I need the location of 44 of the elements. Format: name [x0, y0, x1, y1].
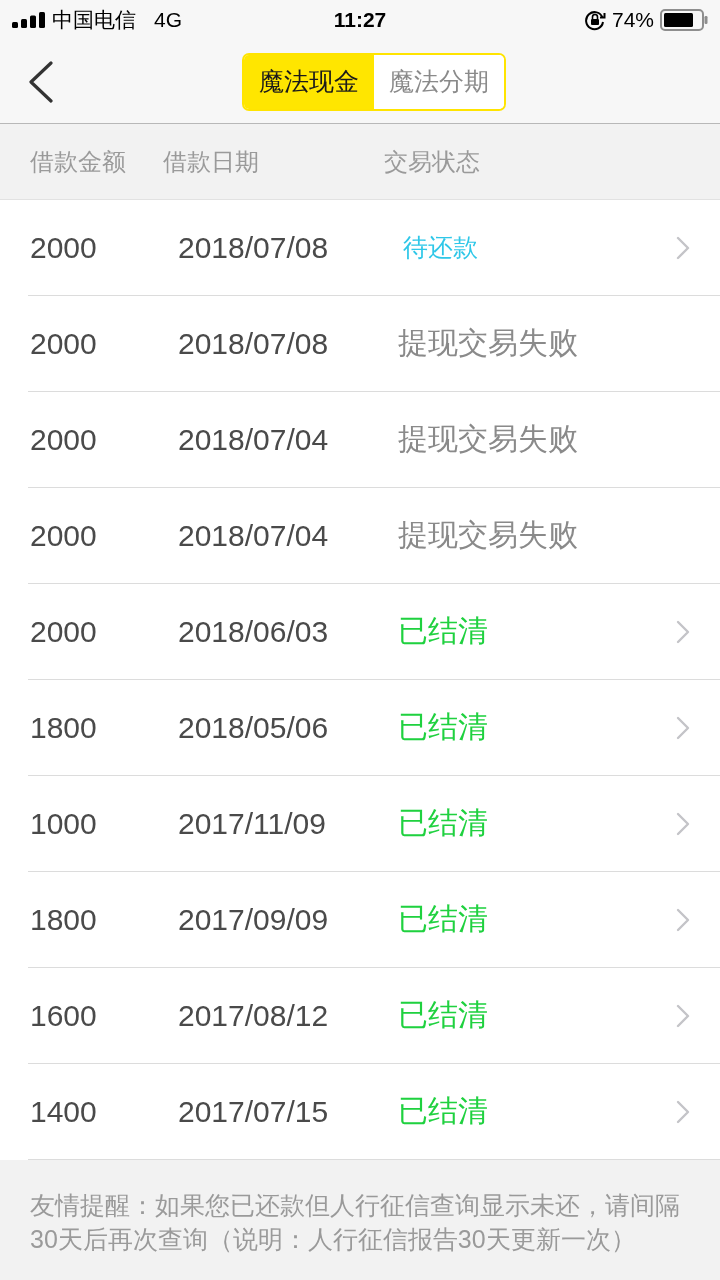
battery-icon: [660, 9, 708, 31]
loan-amount: 1400: [30, 1094, 97, 1129]
loan-date: 2018/07/04: [178, 518, 329, 553]
carrier-name: 中国电信: [52, 7, 136, 33]
rotation-lock-icon: [583, 9, 606, 31]
column-header: 借款金额: [30, 146, 127, 177]
column-header: 交易状态: [384, 146, 481, 177]
segment-tab[interactable]: 魔法现金: [244, 54, 374, 109]
transaction-status: 已结清: [398, 901, 488, 937]
transaction-status: 提现交易失败: [398, 517, 578, 553]
loan-date: 2017/11/09: [178, 806, 326, 841]
notice-text: 友情提醒：如果您已还款但人行征信查询显示未还，请间隔30天后再次查询（说明：人行征信报告30天更新一次）: [30, 1190, 681, 1255]
loan-amount: 2000: [30, 518, 97, 553]
loan-amount: 1000: [30, 806, 97, 841]
loan-date: 2018/05/06: [178, 710, 329, 745]
transaction-status: 已结清: [398, 1093, 488, 1129]
transaction-status: 提现交易失败: [398, 325, 578, 361]
loan-amount: 2000: [30, 422, 97, 457]
transaction-status: 已结清: [398, 805, 488, 841]
loan-amount: 1800: [30, 710, 97, 745]
loan-date: 2018/07/08: [178, 326, 329, 361]
transaction-status: 待还款: [403, 232, 478, 263]
loan-date: 2018/06/03: [178, 614, 329, 649]
transaction-status: 提现交易失败: [398, 421, 578, 457]
transaction-status: 已结清: [398, 709, 488, 745]
transaction-status: 已结清: [398, 997, 488, 1033]
transaction-status: 已结清: [398, 613, 488, 649]
loan-amount: 1600: [30, 998, 97, 1033]
loan-date: 2018/07/08: [178, 230, 329, 265]
clock-time: 11:27: [333, 8, 387, 32]
loan-amount: 1800: [30, 902, 97, 937]
column-header: 借款日期: [163, 146, 260, 177]
loan-date: 2017/08/12: [178, 998, 329, 1033]
back-chevron-icon: [28, 60, 54, 103]
loan-date: 2017/07/15: [178, 1094, 329, 1129]
loan-date: 2018/07/04: [178, 422, 329, 457]
battery-percent: 74%: [611, 8, 654, 32]
loan-amount: 2000: [30, 230, 97, 265]
loan-amount: 2000: [30, 614, 97, 649]
back-button[interactable]: [28, 60, 54, 103]
loan-date: 2017/09/09: [178, 902, 329, 937]
network-type: 4G: [154, 8, 182, 32]
loan-amount: 2000: [30, 326, 97, 361]
signal-icon: [12, 12, 46, 28]
